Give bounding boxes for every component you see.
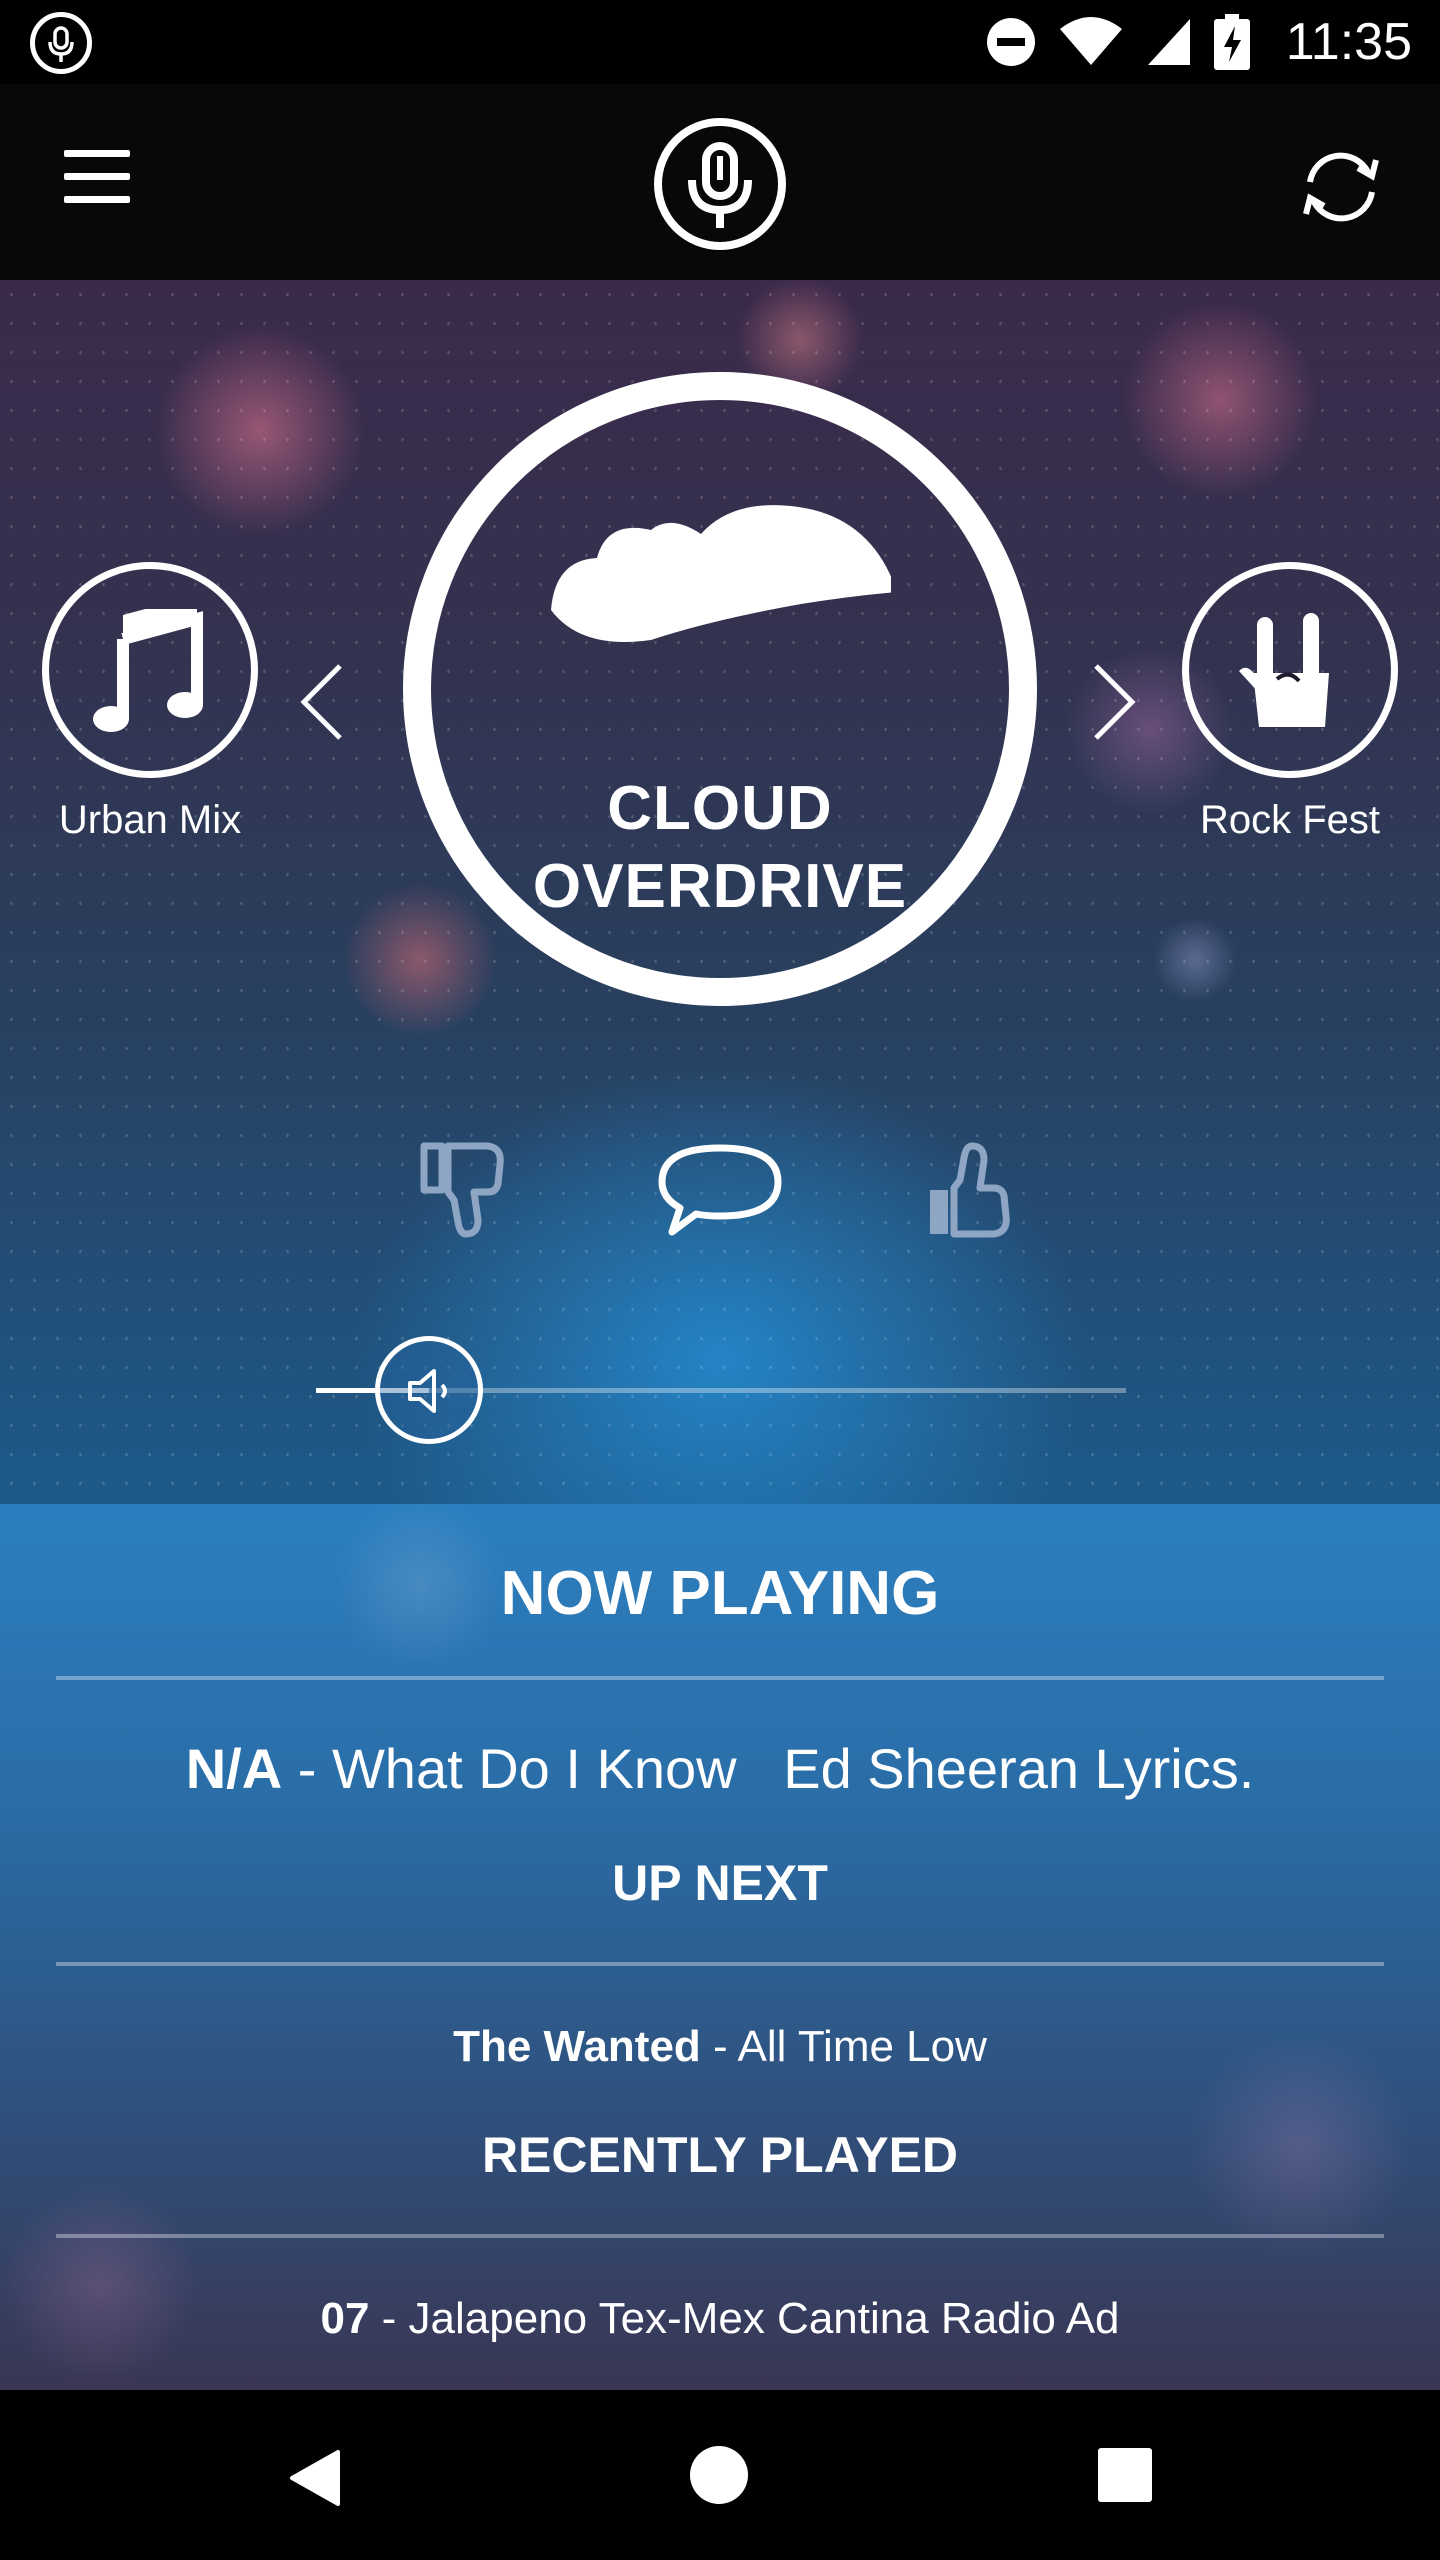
status-time: 11:35 — [1285, 13, 1412, 71]
now-playing-artist: N/A — [185, 1737, 283, 1800]
chevron-right-icon — [1094, 664, 1136, 740]
station-rock-fest[interactable] — [1182, 562, 1398, 778]
up-next-heading: UP NEXT — [612, 1855, 828, 1911]
refresh-icon — [1303, 152, 1379, 222]
status-bar: 11:35 — [0, 0, 1440, 84]
next-station-arrow[interactable] — [1090, 662, 1140, 742]
recents-button[interactable] — [1098, 2448, 1152, 2502]
station-label-urban-mix: Urban Mix — [58, 798, 242, 842]
status-icons — [986, 12, 1250, 72]
comment-button[interactable] — [656, 1140, 784, 1245]
up-next-artist: The Wanted — [453, 2022, 701, 2071]
cell-signal-icon — [1148, 19, 1190, 65]
now-playing-separator: - — [282, 1737, 332, 1800]
current-station-name-line1: CLOUD — [607, 774, 833, 843]
system-nav-bar — [0, 2390, 1440, 2560]
do-not-disturb-icon — [987, 18, 1035, 66]
station-carousel: Urban Mix CLOUD OVERDRIVE Rock Fest — [0, 280, 1440, 1504]
back-button[interactable] — [288, 2448, 342, 2513]
wifi-icon — [1060, 17, 1122, 65]
refresh-button[interactable] — [1296, 142, 1386, 232]
thumbs-down-button[interactable] — [418, 1140, 510, 1245]
recently-played-separator: - — [369, 2294, 409, 2343]
battery-charging-icon — [1214, 14, 1250, 70]
now-playing-heading: NOW PLAYING — [500, 1559, 940, 1628]
divider — [56, 2234, 1384, 2238]
now-playing-title: What Do I Know Ed Sheeran Lyrics. — [331, 1737, 1255, 1800]
up-next-title: All Time Low — [737, 2022, 987, 2071]
up-next-track: The Wanted - All Time Low — [0, 2022, 1440, 2072]
speaker-icon — [408, 1369, 447, 1413]
station-urban-mix[interactable] — [42, 562, 258, 778]
recently-played-heading: RECENTLY PLAYED — [481, 2127, 959, 2183]
app-bar — [0, 84, 1440, 280]
chevron-left-icon — [300, 664, 342, 740]
microphone-logo-icon[interactable] — [654, 118, 786, 250]
divider — [56, 1676, 1384, 1680]
menu-icon-line — [64, 196, 130, 203]
menu-icon — [64, 150, 130, 157]
thumbs-down-icon — [420, 1142, 504, 1238]
music-note-icon — [93, 609, 203, 732]
chat-bubble-icon — [658, 1144, 782, 1236]
previous-station-arrow[interactable] — [296, 662, 346, 742]
recently-played-track: 07 - Jalapeno Tex-Mex Cantina Radio Ad — [0, 2294, 1440, 2344]
mic-notification-icon — [30, 12, 92, 74]
current-station[interactable]: CLOUD OVERDRIVE — [403, 372, 1037, 1006]
thumbs-up-icon — [930, 1142, 1010, 1238]
current-station-name-line2: OVERDRIVE — [532, 852, 908, 921]
now-playing-track: N/A - What Do I Know Ed Sheeran Lyrics. — [0, 1736, 1440, 1801]
divider — [56, 1962, 1384, 1966]
up-next-separator: - — [700, 2022, 738, 2071]
cloud-icon — [551, 505, 891, 642]
menu-button[interactable] — [58, 150, 138, 214]
thumbs-up-button[interactable] — [924, 1140, 1016, 1245]
station-label-rock-fest: Rock Fest — [1199, 798, 1381, 842]
menu-icon-line — [64, 173, 130, 180]
now-playing-panel: NOW PLAYING N/A - What Do I Know Ed Shee… — [0, 1504, 1440, 2390]
current-station-name: CLOUD OVERDRIVE — [431, 770, 1009, 926]
recently-played-title: Jalapeno Tex-Mex Cantina Radio Ad — [408, 2294, 1120, 2343]
volume-slider-handle[interactable] — [375, 1336, 483, 1444]
back-triangle-icon — [290, 2450, 340, 2506]
recently-played-artist: 07 — [320, 2294, 370, 2343]
rock-hand-icon — [1239, 613, 1329, 727]
home-button[interactable] — [690, 2446, 748, 2504]
